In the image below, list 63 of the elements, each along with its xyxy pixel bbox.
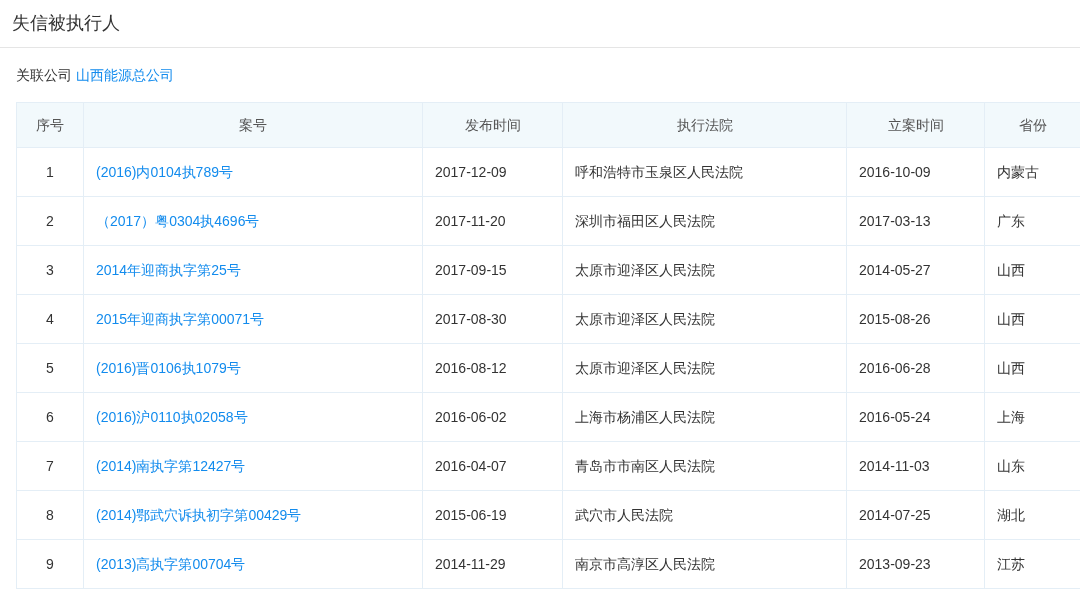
table-cell-text: 2016-04-07	[435, 456, 507, 476]
case-number-link[interactable]: (2016)沪0110执02058号	[96, 406, 248, 428]
table-cell-text: 太原市迎泽区人民法院	[575, 358, 715, 378]
table-cell-text: 上海	[997, 407, 1025, 427]
case-number-link[interactable]: 2014年迎商执字第25号	[96, 259, 241, 281]
column-header: 发布时间	[423, 103, 563, 147]
table-cell-text: 2016-06-02	[435, 407, 507, 427]
table-cell-text: 江苏	[997, 554, 1025, 574]
section-title: 失信被执行人	[12, 12, 120, 35]
case-number-link[interactable]: (2014)鄂武穴诉执初字第00429号	[96, 504, 302, 526]
company-link[interactable]: 山西能源总公司	[76, 64, 174, 86]
case-number-link[interactable]: (2013)高执字第00704号	[96, 553, 246, 575]
table-cell-text: 山西	[997, 358, 1025, 378]
table-cell-text: 2017-03-13	[859, 211, 931, 231]
table-cell-text: 2014-05-27	[859, 260, 931, 280]
table-cell-text: 2014-07-25	[859, 505, 931, 525]
table-cell-text: 太原市迎泽区人民法院	[575, 260, 715, 280]
table-cell-text: 6	[46, 407, 54, 427]
table-cell-text: 5	[46, 358, 54, 378]
case-number-link[interactable]: (2016)内0104执789号	[96, 161, 233, 183]
table-cell-text: 呼和浩特市玉泉区人民法院	[575, 162, 743, 182]
case-number-link[interactable]: (2016)晋0106执1079号	[96, 357, 241, 379]
table-cell-text: 2014-11-03	[859, 456, 930, 476]
table-cell-text: 2016-05-24	[859, 407, 931, 427]
table-cell-text: 3	[46, 260, 54, 280]
table-cell-text: 8	[46, 505, 54, 525]
table-cell-text: 2017-09-15	[435, 260, 507, 280]
column-header: 案号	[84, 103, 423, 147]
table-cell-text: 山东	[997, 456, 1025, 476]
table-cell-text: 4	[46, 309, 54, 329]
table-cell-text: 太原市迎泽区人民法院	[575, 309, 715, 329]
table-cell-text: 广东	[997, 211, 1025, 231]
table-cell-text: 青岛市市南区人民法院	[575, 456, 715, 476]
table-cell-text: 2017-12-09	[435, 162, 507, 182]
column-header: 立案时间	[847, 103, 985, 147]
table-cell-text: 9	[46, 554, 54, 574]
column-header: 序号	[17, 103, 84, 147]
related-label: 关联公司	[16, 65, 72, 85]
table-cell-text: 2017-11-20	[435, 211, 506, 231]
table-cell-text: 湖北	[997, 505, 1025, 525]
table-cell-text: 2016-06-28	[859, 358, 931, 378]
table-cell-text: 山西	[997, 309, 1025, 329]
table-cell-text: 2017-08-30	[435, 309, 507, 329]
table-cell-text: 深圳市福田区人民法院	[575, 211, 715, 231]
table-cell-text: 2016-08-12	[435, 358, 507, 378]
case-number-link[interactable]: （2017）粤0304执4696号	[96, 210, 260, 232]
table-cell-text: 2016-10-09	[859, 162, 931, 182]
table-cell-text: 7	[46, 456, 54, 476]
case-number-link[interactable]: 2015年迎商执字第00071号	[96, 308, 265, 330]
table-cell-text: 2013-09-23	[859, 554, 931, 574]
table-cell-text: 武穴市人民法院	[575, 505, 673, 525]
table-cell-text: 南京市高淳区人民法院	[575, 554, 715, 574]
table-cell-text: 2015-08-26	[859, 309, 931, 329]
table-cell-text: 内蒙古	[997, 162, 1039, 182]
table-cell-text: 山西	[997, 260, 1025, 280]
column-header: 执行法院	[563, 103, 847, 147]
table-cell-text: 1	[46, 162, 54, 182]
table-cell-text: 2	[46, 211, 54, 231]
column-header: 省份	[985, 103, 1080, 147]
table-cell-text: 上海市杨浦区人民法院	[575, 407, 715, 427]
case-number-link[interactable]: (2014)南执字第12427号	[96, 455, 246, 477]
table-cell-text: 2014-11-29	[435, 554, 506, 574]
table-cell-text: 2015-06-19	[435, 505, 507, 525]
